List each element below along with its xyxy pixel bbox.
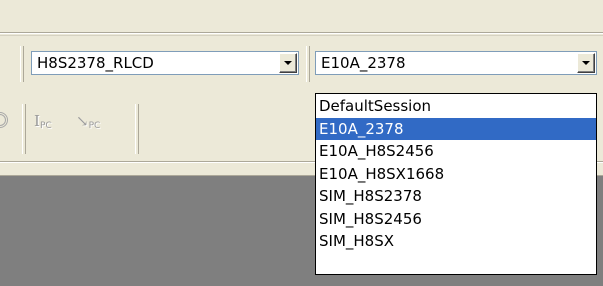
dropdown-option[interactable]: E10A_H8S2456 <box>316 140 596 163</box>
configuration-combo-dropdown-button[interactable] <box>279 53 297 73</box>
chevron-down-icon <box>582 61 590 65</box>
configuration-toolbar: H8S2378_RLCD E10A_2378 <box>0 37 603 94</box>
toolbar-grip[interactable] <box>22 104 26 154</box>
dropdown-option[interactable]: SIM_H8S2456 <box>316 208 596 231</box>
session-dropdown-list[interactable]: DefaultSession E10A_2378 E10A_H8S2456 E1… <box>315 93 597 275</box>
divider <box>0 33 603 34</box>
divider <box>0 35 603 36</box>
menu-strip <box>0 0 603 32</box>
step-to-pc-icon-subscript: PC <box>88 121 101 131</box>
instruction-at-pc-icon[interactable]: IPC <box>34 113 52 134</box>
toolbar-grip[interactable] <box>135 104 139 154</box>
dropdown-option-selected[interactable]: E10A_2378 <box>316 117 596 140</box>
session-combo[interactable]: E10A_2378 <box>315 51 597 75</box>
session-combo-dropdown-button[interactable] <box>577 53 595 73</box>
step-to-pc-icon-symbol: ↘ <box>76 112 89 130</box>
step-to-pc-icon[interactable]: ↘PC <box>76 113 100 134</box>
instruction-at-pc-icon-subscript: PC <box>39 121 52 131</box>
configuration-combo-value: H8S2378_RLCD <box>37 54 154 72</box>
dropdown-option[interactable]: SIM_H8S2378 <box>316 185 596 208</box>
chevron-down-icon <box>284 61 292 65</box>
dropdown-option[interactable]: SIM_H8SX <box>316 230 596 253</box>
dropdown-option[interactable]: E10A_H8SX1668 <box>316 163 596 186</box>
configuration-combo[interactable]: H8S2378_RLCD <box>31 51 299 75</box>
toolbar-grip[interactable] <box>306 46 310 82</box>
toolbar-grip[interactable] <box>20 46 24 82</box>
dropdown-option[interactable]: DefaultSession <box>316 95 596 118</box>
session-combo-value: E10A_2378 <box>321 54 406 72</box>
